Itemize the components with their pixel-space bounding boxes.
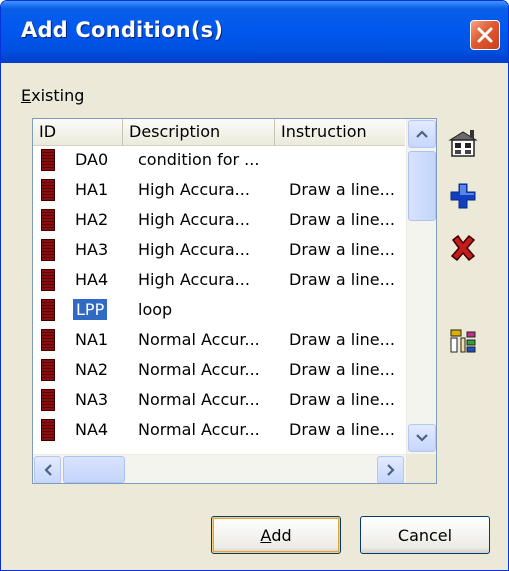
delete-condition-icon [450, 234, 476, 262]
condition-icon [41, 389, 55, 411]
horizontal-scroll-thumb[interactable] [63, 456, 125, 483]
add-condition-icon [450, 183, 476, 209]
chevron-up-icon [416, 130, 428, 138]
list-item[interactable]: DA0 condition for ... [33, 147, 405, 173]
cell-instruction: Draw a line... [289, 330, 395, 349]
scroll-down-button[interactable] [408, 424, 436, 452]
condition-icon [41, 179, 55, 201]
condition-icon [41, 299, 55, 321]
title-bar[interactable]: Add Condition(s) [1, 1, 508, 63]
column-header-instruction[interactable]: Instruction [275, 119, 405, 145]
list-item[interactable]: HA2 High Accura... Draw a line... [33, 207, 405, 233]
list-item[interactable]: HA1 High Accura... Draw a line... [33, 177, 405, 203]
condition-icon [41, 269, 55, 291]
delete-condition-button[interactable] [445, 230, 481, 266]
edit-condition-button[interactable] [445, 125, 481, 161]
list-item[interactable]: HA4 High Accura... Draw a line... [33, 267, 405, 293]
edit-condition-icon [448, 130, 478, 157]
cell-instruction: Draw a line... [289, 240, 395, 259]
cancel-button[interactable]: Cancel [360, 516, 490, 554]
cell-description: condition for ... [138, 150, 260, 169]
tree-view-icon [450, 329, 476, 353]
add-condition-button[interactable] [445, 178, 481, 214]
list-header: ID Description Instruction [33, 119, 405, 146]
cell-description: High Accura... [138, 270, 250, 289]
condition-icon [41, 329, 55, 351]
cell-id: LPP [73, 299, 108, 320]
cell-instruction: Draw a line... [289, 390, 395, 409]
tree-view-button[interactable] [445, 323, 481, 359]
list-item[interactable]: NA2 Normal Accur... Draw a line... [33, 357, 405, 383]
condition-icon [41, 209, 55, 231]
cell-id: HA3 [75, 240, 109, 259]
condition-icon [41, 359, 55, 381]
cell-description: Normal Accur... [138, 360, 260, 379]
cell-id: HA1 [75, 180, 109, 199]
close-icon [477, 27, 493, 43]
scroll-corner [406, 454, 436, 483]
chevron-left-icon [43, 464, 52, 476]
close-button[interactable] [470, 20, 500, 50]
cell-description: Normal Accur... [138, 390, 260, 409]
cell-instruction: Draw a line... [289, 210, 395, 229]
condition-icon [41, 239, 55, 261]
list-item[interactable]: NA1 Normal Accur... Draw a line... [33, 327, 405, 353]
window-title: Add Condition(s) [21, 18, 224, 42]
cell-instruction: Draw a line... [289, 360, 395, 379]
cell-id: NA1 [75, 330, 109, 349]
vertical-scroll-thumb[interactable] [408, 151, 436, 221]
cell-description: High Accura... [138, 240, 250, 259]
cell-description: High Accura... [138, 210, 250, 229]
list-item[interactable]: LPP loop [33, 297, 405, 323]
scroll-up-button[interactable] [408, 120, 436, 148]
chevron-down-icon [416, 434, 428, 442]
existing-label: Existing [21, 86, 85, 105]
cell-id: NA4 [75, 420, 109, 439]
cell-description: Normal Accur... [138, 420, 260, 439]
cell-instruction: Draw a line... [289, 420, 395, 439]
list-item[interactable]: NA4 Normal Accur... Draw a line... [33, 417, 405, 443]
chevron-right-icon [386, 464, 395, 476]
column-header-id[interactable]: ID [33, 119, 123, 145]
list-item[interactable]: HA3 High Accura... Draw a line... [33, 237, 405, 263]
cell-id: HA2 [75, 210, 109, 229]
cell-id: DA0 [75, 150, 109, 169]
condition-icon [41, 419, 55, 441]
condition-icon [41, 149, 55, 171]
horizontal-scrollbar[interactable] [33, 454, 406, 483]
cell-id: NA2 [75, 360, 109, 379]
vertical-scrollbar[interactable] [406, 119, 436, 454]
conditions-list[interactable]: ID Description Instruction DA0 condition … [32, 118, 437, 484]
list-item[interactable]: NA3 Normal Accur... Draw a line... [33, 387, 405, 413]
cell-id: HA4 [75, 270, 109, 289]
cell-id: NA3 [75, 390, 109, 409]
cell-instruction: Draw a line... [289, 180, 395, 199]
cell-instruction: Draw a line... [289, 270, 395, 289]
cell-description: High Accura... [138, 180, 250, 199]
add-conditions-dialog: Add Condition(s) Existing ID Description… [0, 0, 509, 571]
cell-description: Normal Accur... [138, 330, 260, 349]
add-button[interactable]: Add [211, 516, 341, 554]
cell-description: loop [138, 300, 173, 319]
scroll-right-button[interactable] [377, 456, 404, 483]
column-header-description[interactable]: Description [123, 119, 275, 145]
scroll-left-button[interactable] [34, 456, 61, 483]
